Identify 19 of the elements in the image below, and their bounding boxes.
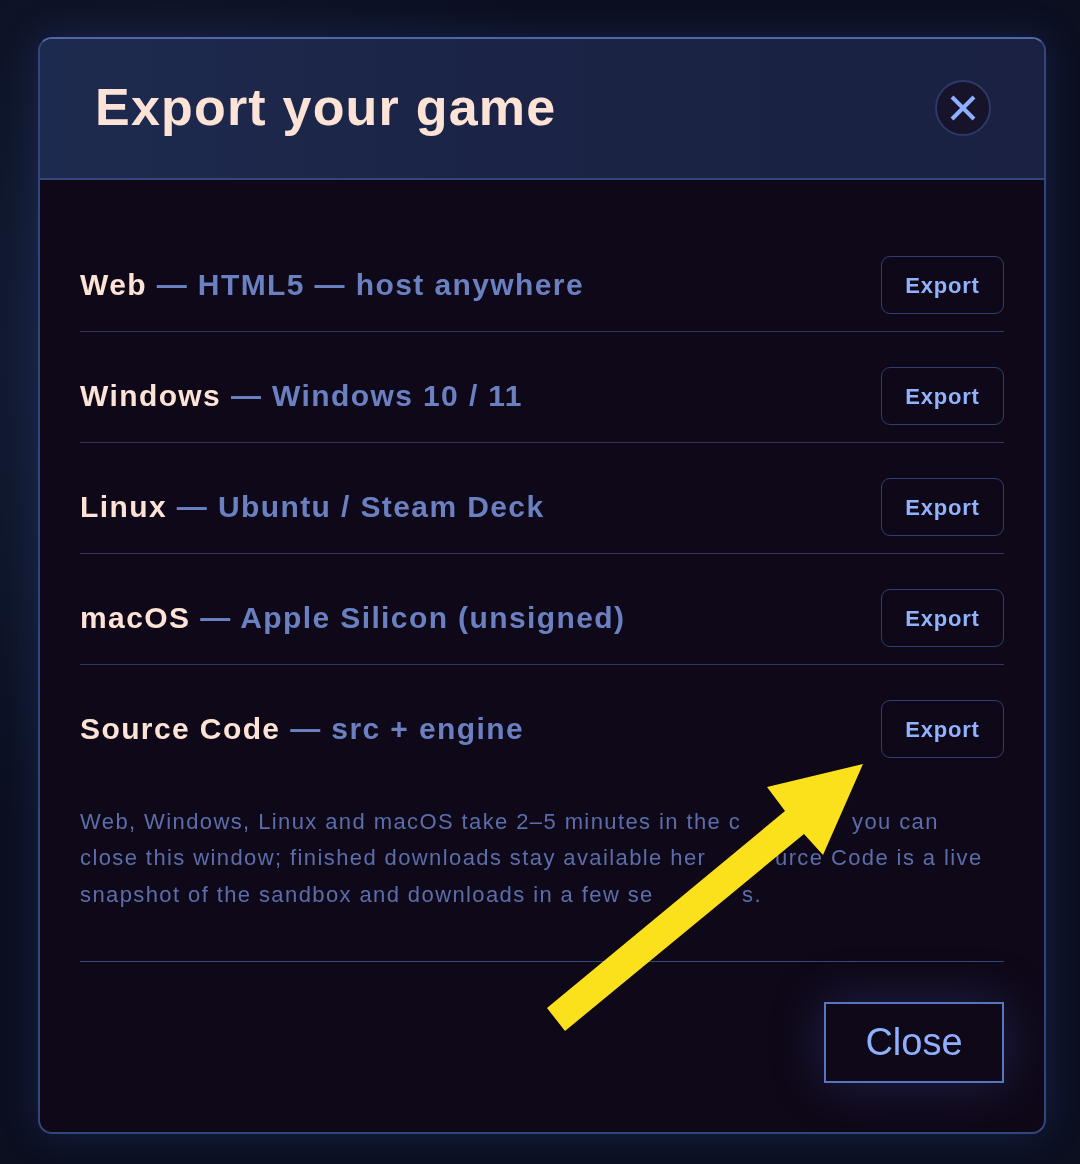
export-button[interactable]: Export — [881, 478, 1004, 536]
export-target-label: Linux — Ubuntu / Steam Deck — [80, 489, 545, 525]
note-text: urce Code is a live — [775, 844, 983, 873]
export-target-label: macOS — Apple Silicon (unsigned) — [80, 600, 626, 636]
note-text: s. — [742, 880, 762, 909]
export-target-label: Web — HTML5 — host anywhere — [80, 267, 584, 303]
close-icon — [950, 94, 976, 121]
export-button[interactable]: Export — [881, 367, 1004, 425]
export-button[interactable]: Export — [881, 256, 1004, 314]
note-text: Web, Windows, Linux and macOS take 2–5 minutes in the c — [80, 807, 742, 836]
export-target-label: Source Code — src + engine — [80, 711, 525, 747]
export-button[interactable]: Export — [881, 700, 1004, 758]
note-text: you can — [852, 807, 939, 836]
close-button[interactable]: Close — [824, 1001, 1004, 1083]
note-text: snapshot of the sandbox and downloads in a few se — [80, 880, 654, 909]
export-target-label: Windows — Windows 10 / 11 — [80, 378, 523, 414]
export-button[interactable]: Export — [881, 589, 1004, 647]
note-text: close this window; finished downloads stay available her — [80, 844, 707, 873]
dialog-title: Export your game — [95, 78, 557, 137]
